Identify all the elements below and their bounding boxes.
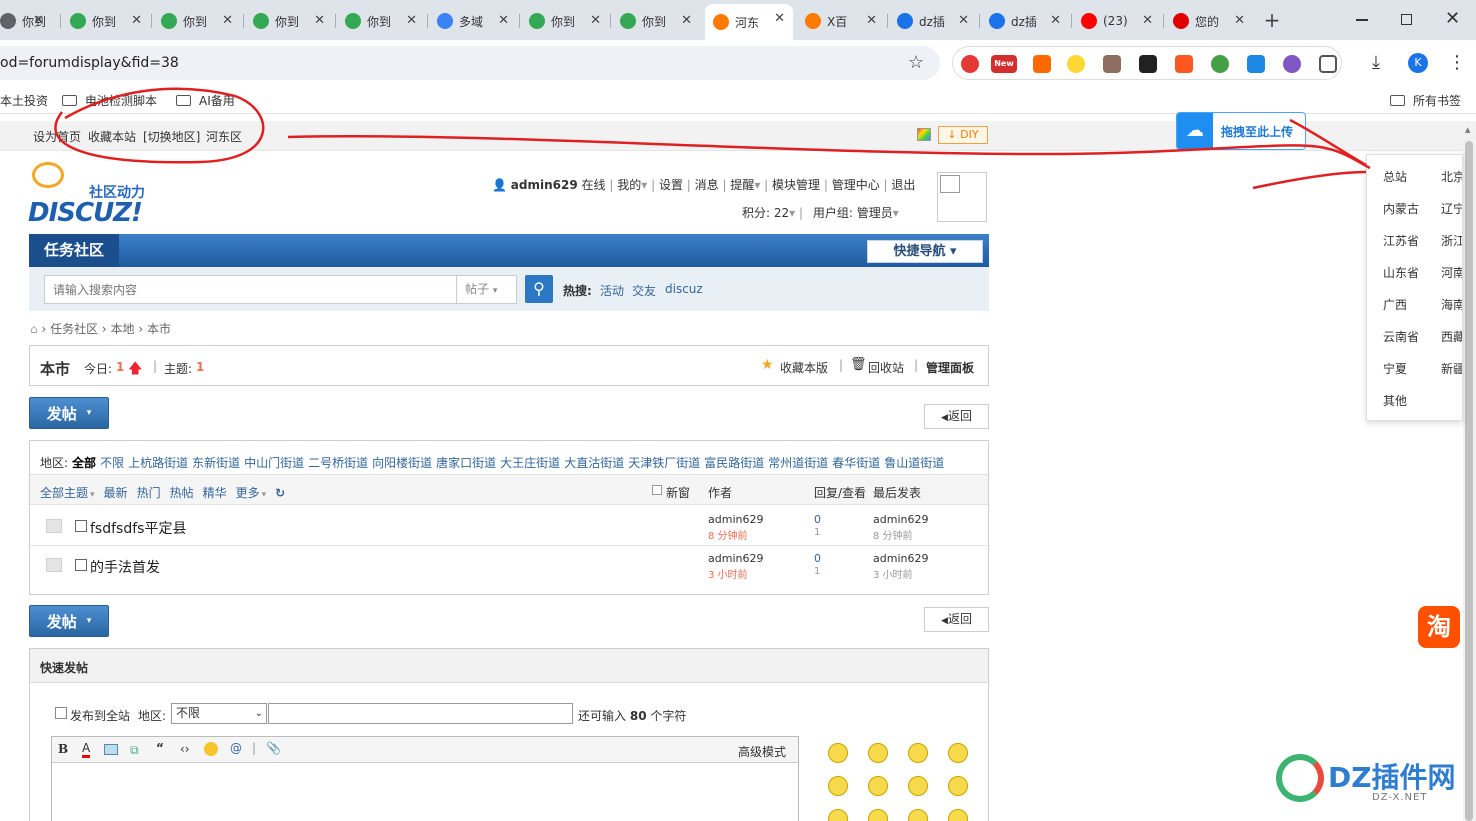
annotation-strokes — [54, 87, 1371, 190]
